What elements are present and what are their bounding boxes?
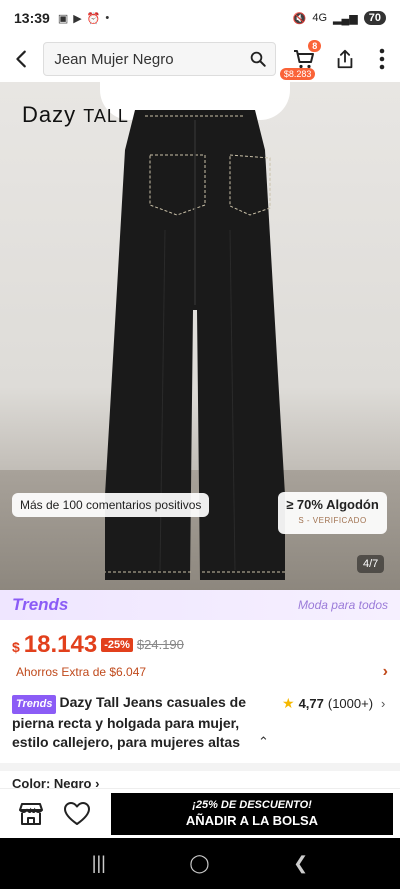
battery-indicator: 70 — [363, 11, 386, 25]
price-currency: $ — [12, 639, 20, 655]
mute-icon: 🔇 — [292, 12, 307, 25]
brand-line: TALL — [83, 106, 129, 126]
notification-icons: ▣ ▶ ⏰ • — [58, 12, 109, 25]
chevron-right-icon: › — [381, 696, 386, 711]
cotton-verified: S - VERIFICADO — [298, 516, 367, 525]
recent-apps-icon[interactable]: ||| — [92, 853, 106, 874]
cotton-info-card[interactable]: ≥ 70% Algodón S - VERIFICADO — [278, 492, 387, 534]
status-bar: 13:39 ▣ ▶ ⏰ • 🔇 4G ▂▄▆ 70 — [0, 0, 400, 36]
cart-total-badge: $8.283 — [279, 68, 316, 80]
rating-summary[interactable]: ★ 4,77 (1000+) › — [282, 695, 385, 712]
system-icons: 🔇 4G ▂▄▆ 70 — [293, 11, 386, 25]
brand-logo: Dazy TALL — [22, 102, 129, 128]
current-price: 18.143 — [23, 631, 98, 658]
heart-icon — [64, 801, 90, 825]
cotton-label: ≥ 70% Algodón — [286, 497, 379, 512]
add-to-bag-promo: ¡25% DE DESCUENTO! — [192, 799, 312, 811]
signal-icon: ▂▄▆ — [333, 12, 358, 25]
positive-reviews-pill[interactable]: Más de 100 comentarios positivos — [12, 493, 210, 517]
status-time: 13:39 — [14, 10, 50, 26]
back-arrow-icon — [15, 50, 26, 68]
search-query: Jean Mujer Negro — [54, 50, 174, 68]
screenshot-icon: ▣ — [57, 12, 69, 25]
system-back-icon[interactable]: ❮ — [293, 853, 308, 874]
extra-savings-row[interactable]: Ahorros Extra de $6.047 › — [12, 661, 388, 683]
home-icon[interactable]: ◯ — [189, 853, 209, 874]
product-image-carousel[interactable]: Dazy TALL Más de 100 comentarios positiv… — [0, 82, 400, 590]
star-icon: ★ — [282, 695, 295, 711]
youtube-icon: ▶ — [73, 12, 82, 25]
cart-button[interactable]: 8 $8.283 — [279, 37, 325, 81]
search-icon[interactable] — [249, 50, 267, 68]
trends-logo: Trends — [12, 595, 69, 614]
image-page-indicator: 4/7 — [357, 555, 385, 573]
chevron-up-icon[interactable]: ⌃ — [258, 734, 269, 750]
dot-icon: • — [105, 11, 110, 24]
trends-tagline: Moda para todos — [297, 598, 388, 612]
trends-banner[interactable]: Trends Moda para todos — [0, 590, 400, 620]
back-button[interactable] — [0, 37, 43, 81]
wishlist-button[interactable] — [54, 791, 100, 837]
bottom-action-bar: ¡25% DE DESCUENTO! AÑADIR A LA BOLSA — [0, 788, 400, 838]
chevron-right-icon: › — [382, 663, 388, 680]
discount-badge: -25% — [101, 638, 133, 652]
section-divider — [0, 763, 400, 771]
system-navigation-bar: ||| ◯ ❮ — [0, 838, 400, 889]
product-title: Trends Dazy Tall Jeans casuales de pierna… — [12, 693, 272, 752]
search-input[interactable]: Jean Mujer Negro — [43, 42, 276, 76]
rating-value: 4,77 — [298, 696, 324, 711]
trends-badge: Trends — [12, 695, 57, 714]
original-price: $24.190 — [136, 637, 184, 652]
add-to-bag-button[interactable]: ¡25% DE DESCUENTO! AÑADIR A LA BOLSA — [111, 792, 393, 835]
store-icon — [19, 802, 43, 825]
network-label: 4G — [312, 12, 328, 24]
share-button[interactable] — [325, 37, 364, 81]
review-count: (1000+) — [327, 696, 374, 711]
extra-savings-label: Ahorros Extra de $6.047 — [16, 665, 147, 679]
kebab-menu-icon — [380, 48, 385, 70]
alarm-icon: ⏰ — [86, 12, 101, 25]
color-label: Color: Negro — [12, 776, 92, 788]
cart-count-badge: 8 — [308, 40, 322, 52]
top-bar: Jean Mujer Negro 8 $8.283 — [0, 36, 400, 82]
color-selector-label[interactable]: Color: Negro › — [12, 776, 99, 788]
share-icon — [337, 49, 353, 69]
price-row: $ 18.143 -25% $24.190 — [12, 631, 184, 659]
add-to-bag-label: AÑADIR A LA BOLSA — [185, 813, 319, 828]
store-button[interactable] — [8, 791, 54, 837]
brand-name: Dazy — [22, 102, 77, 127]
more-options-button[interactable] — [365, 37, 400, 81]
